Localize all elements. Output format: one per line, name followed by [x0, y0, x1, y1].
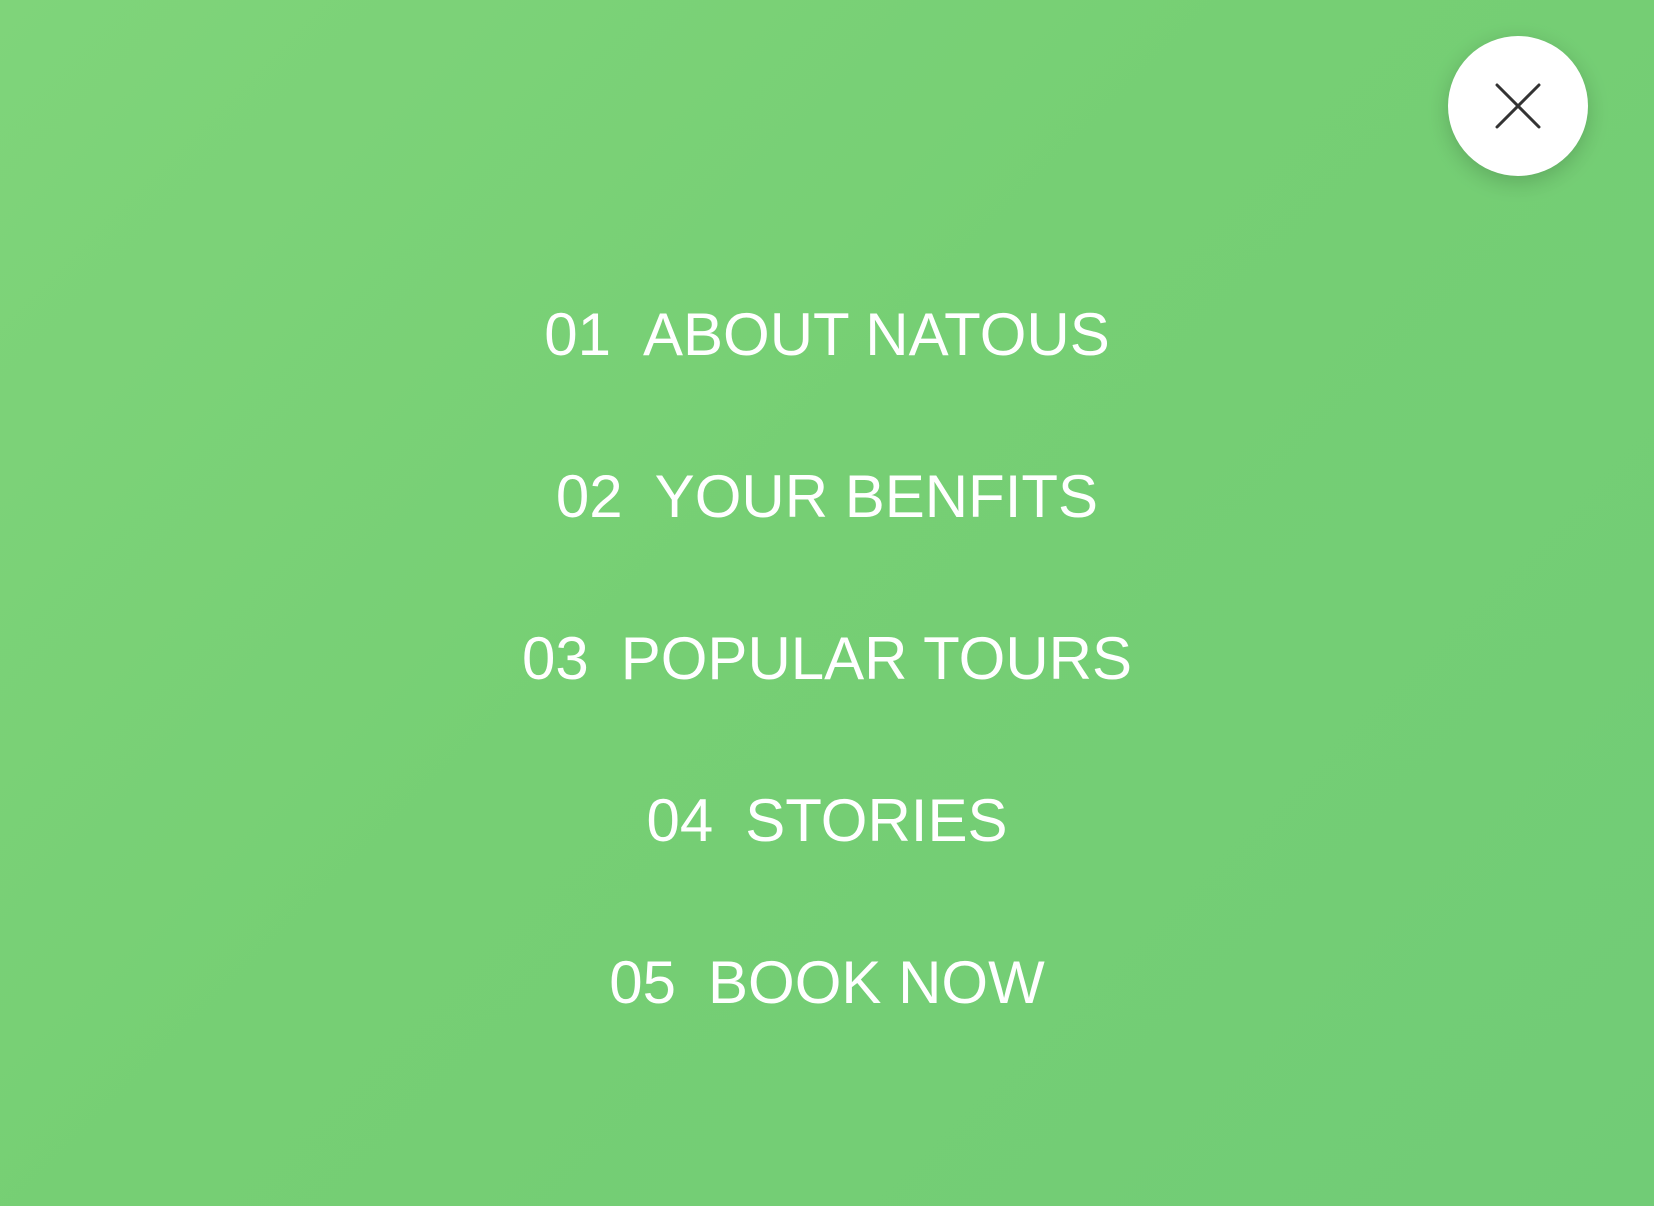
nav-link-your-benefits[interactable]: 02 YOUR BENFITS [546, 462, 1108, 531]
close-icon [1494, 82, 1542, 130]
nav-item-label: BOOK NOW [708, 949, 1045, 1016]
nav-item-number: 01 [544, 301, 611, 368]
nav-link-stories[interactable]: 04 STORIES [636, 786, 1017, 855]
nav-item-stories: 04 STORIES [0, 786, 1654, 948]
nav-link-about-natous[interactable]: 01 ABOUT NATOUS [534, 300, 1120, 369]
nav-item-label: STORIES [745, 787, 1008, 854]
nav-item-tours: 03 POPULAR TOURS [0, 624, 1654, 786]
nav-item-number: 04 [646, 787, 714, 854]
navigation-menu: 01 ABOUT NATOUS 02 YOUR BENFITS 03 POPUL… [0, 300, 1654, 1110]
navigation-overlay: 01 ABOUT NATOUS 02 YOUR BENFITS 03 POPUL… [0, 0, 1654, 1206]
nav-link-popular-tours[interactable]: 03 POPULAR TOURS [512, 624, 1142, 693]
nav-item-number: 05 [609, 949, 677, 1016]
close-menu-button[interactable] [1448, 36, 1588, 176]
nav-item-benefits: 02 YOUR BENFITS [0, 462, 1654, 624]
nav-link-book-now[interactable]: 05 BOOK NOW [599, 948, 1054, 1017]
nav-item-label: ABOUT NATOUS [642, 301, 1110, 368]
nav-item-number: 03 [521, 625, 589, 692]
nav-item-label: YOUR BENFITS [654, 463, 1099, 530]
nav-item-book: 05 BOOK NOW [0, 948, 1654, 1110]
nav-item-label: POPULAR TOURS [620, 625, 1132, 692]
nav-item-about: 01 ABOUT NATOUS [0, 300, 1654, 462]
nav-item-number: 02 [555, 463, 623, 530]
